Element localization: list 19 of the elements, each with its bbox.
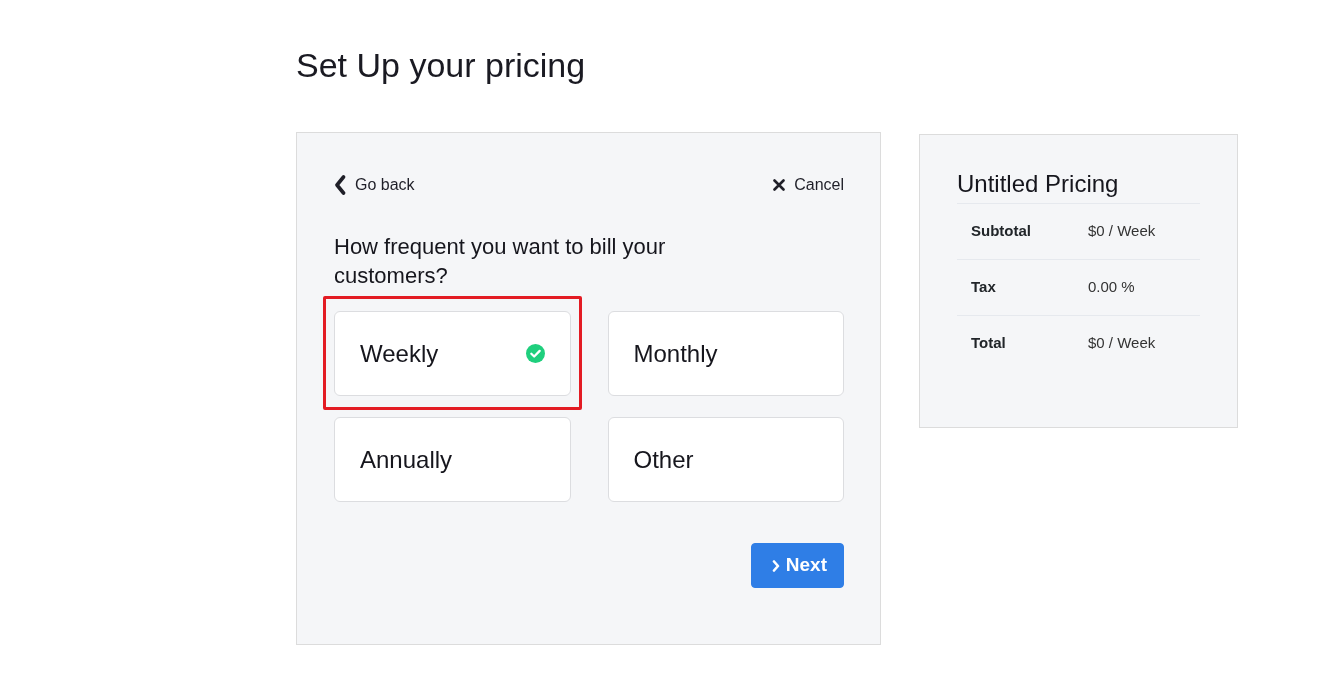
- billing-question: How frequent you want to bill your customers?: [334, 233, 667, 290]
- chevron-left-icon: [334, 175, 346, 195]
- summary-label: Tax: [970, 277, 997, 298]
- billing-option[interactable]: Monthly: [607, 311, 844, 396]
- summary-label: Total: [970, 333, 1007, 354]
- billing-option[interactable]: Annually: [334, 417, 571, 502]
- summary-value: $0 / Week: [1088, 221, 1156, 242]
- summary-value: $0 / Week: [1088, 333, 1156, 354]
- page-title: Set Up your pricing: [296, 45, 586, 86]
- close-icon: [773, 179, 786, 191]
- billing-option[interactable]: Weekly: [334, 311, 571, 396]
- cancel-link[interactable]: Cancel: [773, 175, 844, 195]
- chevron-right-icon: [771, 559, 780, 572]
- go-back-link[interactable]: Go back: [334, 175, 415, 195]
- summary-label: Subtotal: [970, 221, 1032, 242]
- summary-value: 0.00 %: [1088, 277, 1135, 298]
- summary-title: Untitled Pricing: [957, 169, 1119, 199]
- next-button[interactable]: Next: [750, 543, 844, 588]
- billing-option[interactable]: Other: [607, 417, 844, 502]
